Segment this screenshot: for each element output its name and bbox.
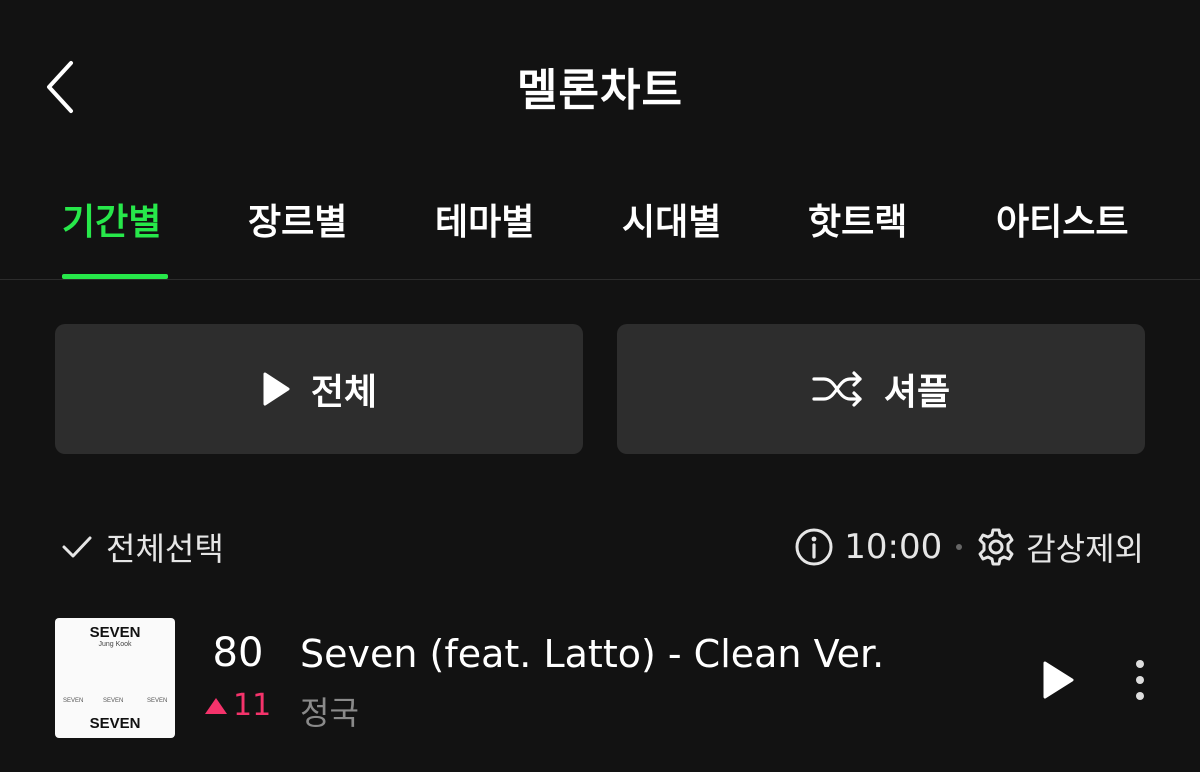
album-art[interactable]: SEVEN Jung Kook SEVEN SEVEN SEVEN SEVEN: [55, 618, 175, 738]
tab-period[interactable]: 기간별: [62, 193, 161, 245]
exclude-settings-button[interactable]: 감상제외: [976, 524, 1144, 570]
header: 멜론차트: [0, 0, 1200, 175]
album-art-title: SEVEN: [89, 624, 141, 641]
info-icon: [795, 528, 833, 566]
play-song-button[interactable]: [1030, 652, 1086, 708]
album-art-small-text: SEVEN: [147, 698, 168, 704]
album-art-small-text: SEVEN: [103, 698, 124, 704]
more-dot: [1136, 676, 1144, 684]
category-tabs: 기간별 장르별 테마별 시대별 핫트랙 아티스트: [0, 175, 1200, 280]
rank-change-value: 11: [233, 688, 272, 723]
active-tab-indicator: [62, 274, 168, 279]
timer-and-exclude: 10:00 감상제외: [794, 524, 1144, 570]
shuffle-label: 셔플: [883, 372, 951, 413]
timer-value: 10:00: [844, 527, 943, 567]
shuffle-button[interactable]: 셔플: [617, 324, 1145, 454]
rank-up-icon: [205, 697, 227, 714]
tab-era[interactable]: 시대별: [622, 193, 721, 245]
select-all-button[interactable]: 전체선택: [60, 524, 224, 570]
more-dot: [1136, 692, 1144, 700]
album-art-artist: Jung Kook: [98, 641, 132, 648]
play-icon: [1043, 661, 1074, 699]
artist-name[interactable]: 정국: [300, 688, 359, 734]
check-icon: [62, 536, 92, 558]
separator-dot: [956, 544, 963, 550]
tab-genre[interactable]: 장르별: [248, 193, 347, 245]
song-row[interactable]: SEVEN Jung Kook SEVEN SEVEN SEVEN SEVEN …: [0, 612, 1200, 752]
list-toolbar: 전체선택 10:00 감상제외: [0, 520, 1200, 580]
rank-change: 11: [205, 688, 271, 723]
tab-theme[interactable]: 테마별: [435, 193, 534, 245]
exclude-label: 감상제외: [1026, 530, 1144, 568]
rank-number: 80: [212, 630, 264, 676]
select-all-label: 전체선택: [106, 530, 224, 568]
album-art-title-bottom: SEVEN: [89, 715, 141, 732]
album-art-small-text: SEVEN: [63, 698, 84, 704]
timer-button[interactable]: 10:00: [794, 527, 942, 567]
page-title: 멜론차트: [517, 65, 683, 116]
play-icon: [263, 372, 290, 406]
tab-hot-track[interactable]: 핫트랙: [808, 193, 907, 245]
song-title[interactable]: Seven (feat. Latto) - Clean Ver.: [300, 632, 884, 676]
tab-artist[interactable]: 아티스트: [996, 193, 1128, 245]
more-options-button[interactable]: [1120, 652, 1160, 708]
shuffle-icon: [812, 371, 862, 407]
gear-icon: [978, 528, 1014, 566]
more-dot: [1136, 660, 1144, 668]
play-all-label: 전체: [310, 372, 378, 413]
play-all-button[interactable]: 전체: [55, 324, 583, 454]
